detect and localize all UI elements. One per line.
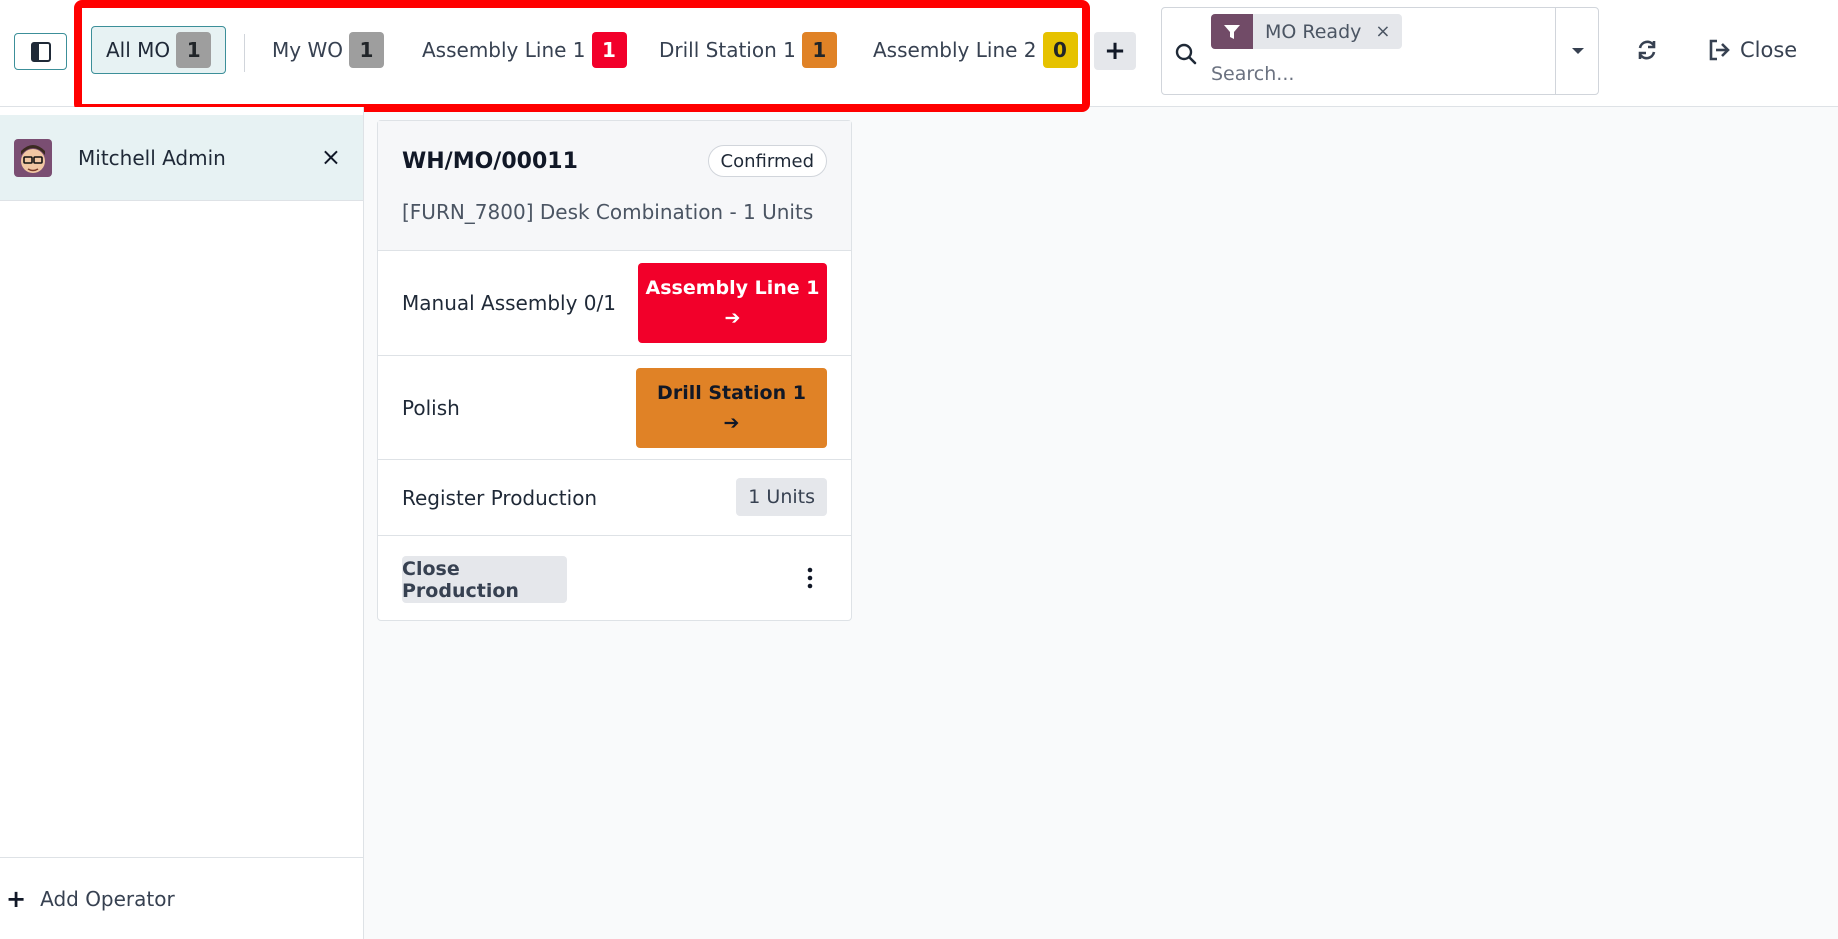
register-production-row[interactable]: Register Production 1 Units bbox=[378, 460, 851, 536]
tab-count-badge: 1 bbox=[591, 32, 627, 68]
tab-label: All MO bbox=[106, 38, 171, 62]
arrow-right-icon: ➔ bbox=[723, 412, 740, 434]
tab-label: Drill Station 1 bbox=[659, 38, 796, 62]
tab-drill-station-1[interactable]: Drill Station 1 1 bbox=[659, 26, 837, 74]
operation-row: Polish Drill Station 1 ➔ bbox=[378, 356, 851, 460]
workcenter-label: Assembly Line 1 bbox=[645, 277, 820, 299]
register-production-label: Register Production bbox=[402, 486, 598, 510]
refresh-icon bbox=[1638, 40, 1656, 60]
search-icon bbox=[1175, 43, 1197, 65]
operator-item[interactable]: Mitchell Admin × bbox=[0, 115, 363, 201]
workcenter-label: Drill Station 1 bbox=[657, 382, 806, 404]
tab-all-mo[interactable]: All MO 1 bbox=[91, 26, 227, 74]
close-label: Close bbox=[1740, 38, 1798, 62]
caret-down-icon bbox=[1571, 48, 1584, 54]
tab-my-wo[interactable]: My WO 1 bbox=[272, 26, 384, 74]
tab-label: My WO bbox=[272, 38, 343, 62]
close-button[interactable]: Close bbox=[1708, 28, 1797, 72]
search-box: MO Ready × bbox=[1161, 7, 1599, 95]
operator-panel: Mitchell Admin × + Add Operator bbox=[0, 107, 364, 939]
add-operator-label: Add Operator bbox=[40, 886, 175, 911]
operation-label: Manual Assembly 0/1 bbox=[402, 291, 616, 315]
tab-assembly-line-2[interactable]: Assembly Line 2 0 bbox=[873, 26, 1078, 74]
mo-reference: WH/MO/00011 bbox=[402, 149, 578, 174]
status-badge: Confirmed bbox=[707, 145, 827, 177]
arrow-right-icon: ➔ bbox=[724, 307, 741, 329]
avatar bbox=[14, 138, 52, 177]
sidebar-toggle-icon bbox=[30, 41, 51, 62]
product-description: [FURN_7800] Desk Combination - 1 Units bbox=[402, 200, 814, 224]
card-footer: Close Production bbox=[378, 536, 851, 620]
plus-icon: + bbox=[6, 884, 27, 913]
units-badge[interactable]: 1 Units bbox=[736, 478, 827, 516]
sign-out-icon bbox=[1709, 39, 1730, 61]
operation-row: Manual Assembly 0/1 Assembly Line 1 ➔ bbox=[378, 251, 851, 356]
tab-count-badge: 1 bbox=[176, 32, 212, 68]
tab-count-badge: 1 bbox=[801, 32, 837, 68]
operator-name: Mitchell Admin bbox=[78, 145, 226, 170]
remove-operator-icon[interactable]: × bbox=[321, 143, 341, 171]
refresh-button[interactable] bbox=[1630, 30, 1664, 70]
search-options-toggle[interactable] bbox=[1555, 7, 1599, 95]
card-header[interactable]: WH/MO/00011 Confirmed [FURN_7800] Desk C… bbox=[378, 121, 851, 251]
search-input[interactable] bbox=[1211, 60, 1541, 88]
kebab-menu-icon[interactable] bbox=[807, 566, 813, 590]
sidebar-toggle-button[interactable] bbox=[14, 33, 67, 70]
close-production-button[interactable]: Close Production bbox=[402, 556, 567, 603]
tab-count-badge: 0 bbox=[1042, 32, 1078, 68]
mo-card: WH/MO/00011 Confirmed [FURN_7800] Desk C… bbox=[377, 120, 852, 621]
tab-divider bbox=[244, 34, 245, 72]
add-workcenter-button[interactable]: + bbox=[1094, 32, 1136, 70]
top-bar: All MO 1 My WO 1 Assembly Line 1 1 Drill… bbox=[0, 0, 1838, 112]
filter-icon bbox=[1211, 14, 1253, 49]
operation-label: Polish bbox=[402, 396, 460, 420]
tab-label: Assembly Line 2 bbox=[873, 38, 1037, 62]
tab-count-badge: 1 bbox=[348, 32, 384, 68]
facet-label: MO Ready bbox=[1265, 20, 1362, 43]
facet-remove-icon[interactable]: × bbox=[1373, 14, 1402, 49]
tab-label: Assembly Line 1 bbox=[422, 38, 586, 62]
search-facet: MO Ready × bbox=[1211, 14, 1403, 49]
add-operator-button[interactable]: + Add Operator bbox=[0, 857, 363, 939]
workcenter-button-assembly-line-1[interactable]: Assembly Line 1 ➔ bbox=[638, 263, 827, 343]
workcenter-button-drill-station-1[interactable]: Drill Station 1 ➔ bbox=[636, 368, 827, 448]
tab-assembly-line-1[interactable]: Assembly Line 1 1 bbox=[422, 26, 627, 74]
